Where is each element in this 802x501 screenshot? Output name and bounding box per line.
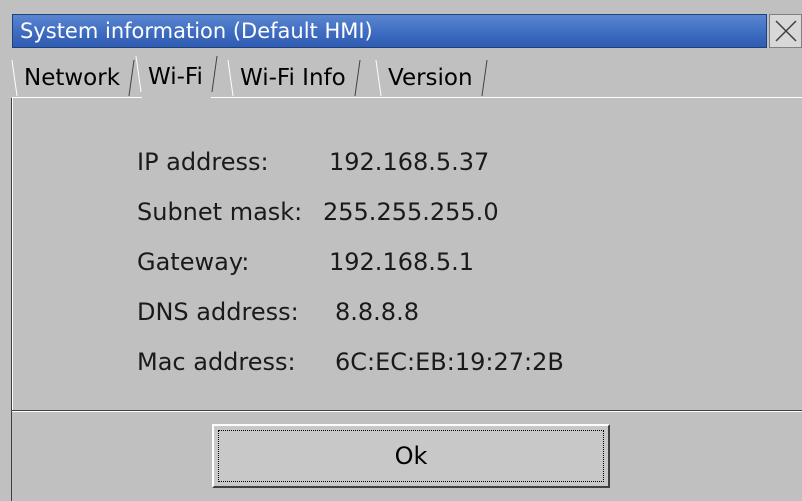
ok-button[interactable]: Ok [212, 424, 610, 488]
tab-wifi-info[interactable]: Wi-Fi Info [234, 60, 354, 96]
mac-value: 6C:EC:EB:19:27:2B [335, 348, 564, 376]
title-bar: System information (Default HMI) [0, 0, 802, 48]
mac-row: Mac address: 6C:EC:EB:19:27:2B [137, 344, 564, 380]
tab-version[interactable]: Version [382, 60, 481, 96]
subnet-label: Subnet mask: [137, 198, 303, 226]
gateway-value: 192.168.5.1 [329, 248, 475, 276]
dns-value: 8.8.8.8 [335, 298, 419, 326]
footer-divider [12, 410, 802, 412]
ok-button-label: Ok [394, 442, 428, 470]
wifi-info-panel: IP address: 192.168.5.37 Subnet mask: 255.… [12, 98, 802, 410]
tab-wifi[interactable]: Wi-Fi [142, 56, 211, 98]
close-icon [775, 20, 797, 42]
dns-label: DNS address: [137, 298, 299, 326]
gateway-label: Gateway: [137, 248, 250, 276]
mac-label: Mac address: [137, 348, 296, 376]
ip-value: 192.168.5.37 [329, 148, 490, 176]
window-title: System information (Default HMI) [20, 19, 373, 43]
dns-row: DNS address: 8.8.8.8 [137, 294, 419, 330]
tab-network[interactable]: Network [18, 60, 128, 96]
ip-label: IP address: [137, 148, 269, 176]
ip-row: IP address: 192.168.5.37 [137, 144, 489, 180]
subnet-row: Subnet mask: 255.255.255.0 [137, 194, 499, 230]
subnet-value: 255.255.255.0 [323, 198, 499, 226]
close-button[interactable] [769, 14, 802, 48]
system-info-dialog: System information (Default HMI) Network… [0, 0, 802, 501]
gateway-row: Gateway: 192.168.5.1 [137, 244, 474, 280]
